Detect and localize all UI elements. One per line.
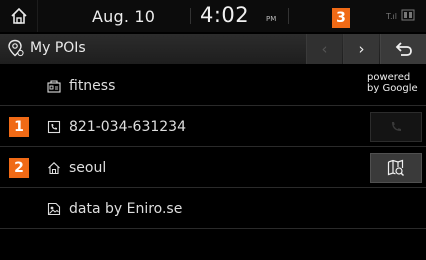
page-title: My POIs: [30, 40, 86, 56]
poi-pin-icon: [8, 39, 24, 57]
back-button[interactable]: [380, 34, 426, 64]
list-item-phone: 1 821-034-631234: [0, 107, 426, 147]
status-divider: [190, 8, 191, 24]
connectivity-icon: [401, 9, 415, 21]
powered-line-2: by Google: [367, 83, 418, 94]
show-on-map-button[interactable]: [370, 153, 422, 183]
list-item-address: 2 seoul: [0, 148, 426, 188]
chevron-right-icon: ›: [358, 40, 365, 58]
list-item-data-source: data by Eniro.se: [0, 189, 426, 229]
phone-number: 821-034-631234: [69, 119, 186, 135]
data-source-icon: [47, 202, 61, 216]
home-icon: [10, 7, 27, 24]
home-button[interactable]: [0, 0, 38, 32]
call-icon: [392, 122, 401, 131]
back-arrow-icon: [395, 42, 412, 56]
header-title-group: My POIs: [6, 39, 86, 57]
next-button[interactable]: ›: [343, 34, 379, 64]
status-divider: [288, 8, 289, 24]
powered-line-1: powered: [367, 72, 411, 83]
category-label: fitness: [69, 78, 116, 94]
callout-badge-2: 2: [9, 158, 29, 178]
phone-icon: [47, 120, 61, 134]
status-date: Aug. 10: [92, 7, 156, 26]
status-time: 4:02: [200, 3, 250, 27]
signal-icon: T.ıl: [386, 12, 397, 21]
home-icon: [48, 162, 60, 175]
status-ampm: PM: [266, 15, 277, 23]
poi-header: My POIs ‹ ›: [0, 34, 426, 64]
category-icon: [47, 80, 61, 93]
chevron-left-icon: ‹: [321, 40, 328, 58]
call-button[interactable]: [370, 112, 422, 142]
data-source-label: data by Eniro.se: [69, 201, 183, 217]
callout-badge-1: 1: [9, 117, 29, 137]
previous-button[interactable]: ‹: [306, 34, 342, 64]
powered-by-google-logo: powered by Google: [367, 72, 418, 94]
map-search-icon: [387, 159, 404, 176]
list-item-category: fitness powered by Google: [0, 66, 426, 106]
address-label: seoul: [69, 160, 107, 176]
callout-badge-3: 3: [332, 8, 350, 28]
status-bar: Aug. 10 4:02 PM 3 T.ıl: [0, 0, 426, 32]
